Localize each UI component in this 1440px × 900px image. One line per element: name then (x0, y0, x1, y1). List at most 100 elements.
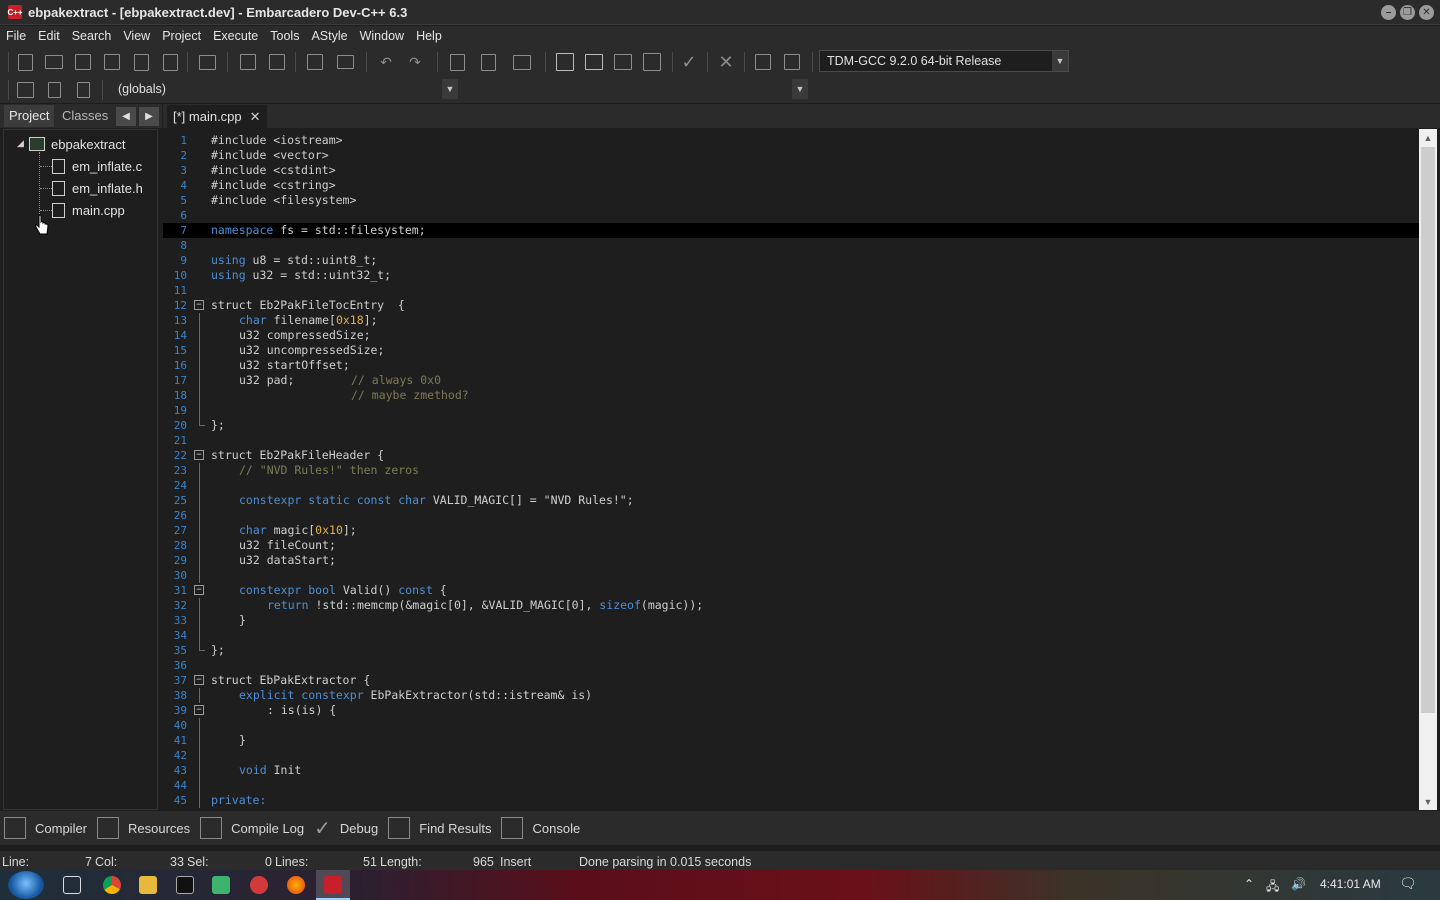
tree-item-project[interactable]: ebpakextract (29, 134, 125, 154)
menu-search[interactable]: Search (66, 26, 118, 47)
menu-astyle[interactable]: AStyle (305, 26, 353, 47)
stop-execution-icon[interactable]: ✕ (715, 51, 737, 73)
collapse-triangle-icon[interactable]: ◢ (17, 138, 24, 149)
menu-execute[interactable]: Execute (207, 26, 264, 47)
menu-file[interactable]: File (0, 26, 32, 47)
tab-classes[interactable]: Classes (57, 105, 113, 127)
notepad-icon[interactable] (212, 876, 230, 894)
scope-select[interactable]: (globals) ▼ (110, 78, 459, 100)
compile-run-icon[interactable] (612, 51, 634, 73)
menu-project[interactable]: Project (156, 26, 207, 47)
line-number: 24 (173, 479, 187, 492)
menu-edit[interactable]: Edit (32, 26, 66, 47)
close-icon[interactable]: ✕ (250, 109, 261, 125)
bookmark-icon[interactable] (43, 79, 65, 101)
remove-file-icon[interactable] (477, 51, 499, 73)
undo-icon[interactable]: ↶ (375, 51, 397, 73)
close-file-icon[interactable] (130, 51, 152, 73)
volume-icon[interactable]: 🔊 (1291, 877, 1306, 891)
tab-main-cpp[interactable]: [*] main.cpp ✕ (167, 105, 267, 128)
tab-compile-log[interactable]: Compile Log (196, 811, 310, 845)
compiler-select[interactable]: TDM-GCC 9.2.0 64-bit Release ▼ (819, 50, 1069, 72)
new-file-icon[interactable] (14, 51, 36, 73)
chevron-up-icon[interactable]: ⌃ (1244, 877, 1254, 891)
chevron-down-icon[interactable]: ▼ (792, 79, 808, 99)
close-all-icon[interactable] (159, 51, 181, 73)
run-icon[interactable] (583, 51, 605, 73)
menu-tools[interactable]: Tools (264, 26, 305, 47)
restore-button[interactable]: ❐ (1400, 5, 1415, 20)
menu-window[interactable]: Window (354, 26, 410, 47)
code-text: u32 dataStart; (239, 553, 336, 567)
tab-compiler[interactable]: Compiler (0, 811, 93, 845)
line-number: 11 (173, 284, 187, 297)
close-button[interactable]: ✕ (1419, 5, 1434, 20)
fold-minus-icon[interactable]: − (194, 450, 204, 460)
code-editor[interactable]: 1 #include <iostream> 2 #include <vector> … (163, 129, 1419, 810)
file-explorer-icon[interactable] (139, 876, 157, 894)
chevron-right-icon[interactable]: ▶ (139, 107, 159, 126)
tab-find-results[interactable]: Find Results (384, 811, 497, 845)
chevron-left-icon[interactable]: ◀ (116, 107, 136, 126)
open-folder-icon[interactable] (43, 51, 65, 73)
menu-view[interactable]: View (117, 26, 156, 47)
chevron-down-icon[interactable]: ▼ (1052, 51, 1068, 71)
replace-icon[interactable] (266, 51, 288, 73)
scroll-up-icon[interactable]: ▲ (1419, 129, 1437, 146)
line-number: 36 (173, 659, 187, 672)
fold-minus-icon[interactable]: − (194, 675, 204, 685)
tree-item-file[interactable]: em_inflate.h (52, 178, 143, 198)
line-number: 7 (180, 224, 187, 237)
tab-project[interactable]: Project (4, 105, 55, 127)
menu-help[interactable]: Help (410, 26, 448, 47)
tab-debug[interactable]: ✓ Debug (310, 811, 384, 845)
code-text: namespace fs = std::filesystem; (211, 223, 426, 237)
goto-line-icon[interactable] (304, 51, 326, 73)
firefox-icon[interactable] (287, 876, 305, 894)
app-red-icon[interactable] (250, 876, 268, 894)
save-icon[interactable] (72, 51, 94, 73)
insert-code-icon[interactable] (14, 79, 36, 101)
chrome-icon[interactable] (103, 876, 121, 894)
notifications-icon[interactable]: 🗨 (1399, 875, 1417, 892)
editor-scrollbar[interactable]: ▲ ▼ (1419, 129, 1437, 810)
line-number: 18 (173, 389, 187, 402)
goto-bookmark-icon[interactable] (72, 79, 94, 101)
rebuild-all-icon[interactable] (641, 51, 663, 73)
toggle-bookmark-icon[interactable] (334, 51, 356, 73)
syntax-check-icon[interactable]: ✓ (678, 51, 700, 73)
redo-icon[interactable]: ↷ (404, 51, 426, 73)
scroll-down-icon[interactable]: ▼ (1419, 793, 1437, 810)
7zip-icon[interactable] (176, 876, 194, 894)
code-line: 33} (163, 613, 1419, 628)
project-options-icon[interactable] (511, 51, 533, 73)
save-all-icon[interactable] (101, 51, 123, 73)
code-text: #include <filesystem> (211, 193, 357, 207)
delete-profile-icon[interactable] (781, 51, 803, 73)
member-select[interactable]: ▼ (461, 78, 809, 100)
minimize-button[interactable]: – (1381, 5, 1396, 20)
code-text: struct Eb2PakFileTocEntry { (211, 298, 405, 312)
code-line: 18 // maybe zmethod? (163, 388, 1419, 403)
scrollbar-thumb[interactable] (1421, 147, 1435, 713)
fold-guide (199, 778, 200, 793)
fold-minus-icon[interactable]: − (194, 705, 204, 715)
line-number: 28 (173, 539, 187, 552)
fold-minus-icon[interactable]: − (194, 300, 204, 310)
task-view-icon[interactable] (63, 876, 81, 894)
chevron-down-icon[interactable]: ▼ (442, 79, 458, 99)
tab-console[interactable]: Console (497, 811, 586, 845)
tree-item-file[interactable]: main.cpp (52, 200, 125, 220)
fold-minus-icon[interactable]: − (194, 585, 204, 595)
find-icon[interactable] (237, 51, 259, 73)
profile-chart-icon[interactable] (752, 51, 774, 73)
network-icon[interactable]: 🖧 (1266, 877, 1279, 898)
tree-item-file[interactable]: em_inflate.c (52, 156, 142, 176)
devcpp-task-icon[interactable] (324, 876, 342, 894)
compile-icon[interactable] (554, 51, 576, 73)
tab-resources[interactable]: Resources (93, 811, 196, 845)
print-icon[interactable] (196, 51, 218, 73)
new-project-icon[interactable] (446, 51, 468, 73)
taskbar-clock[interactable]: 4:41:01 AM (1320, 877, 1381, 891)
start-button[interactable] (8, 871, 44, 899)
